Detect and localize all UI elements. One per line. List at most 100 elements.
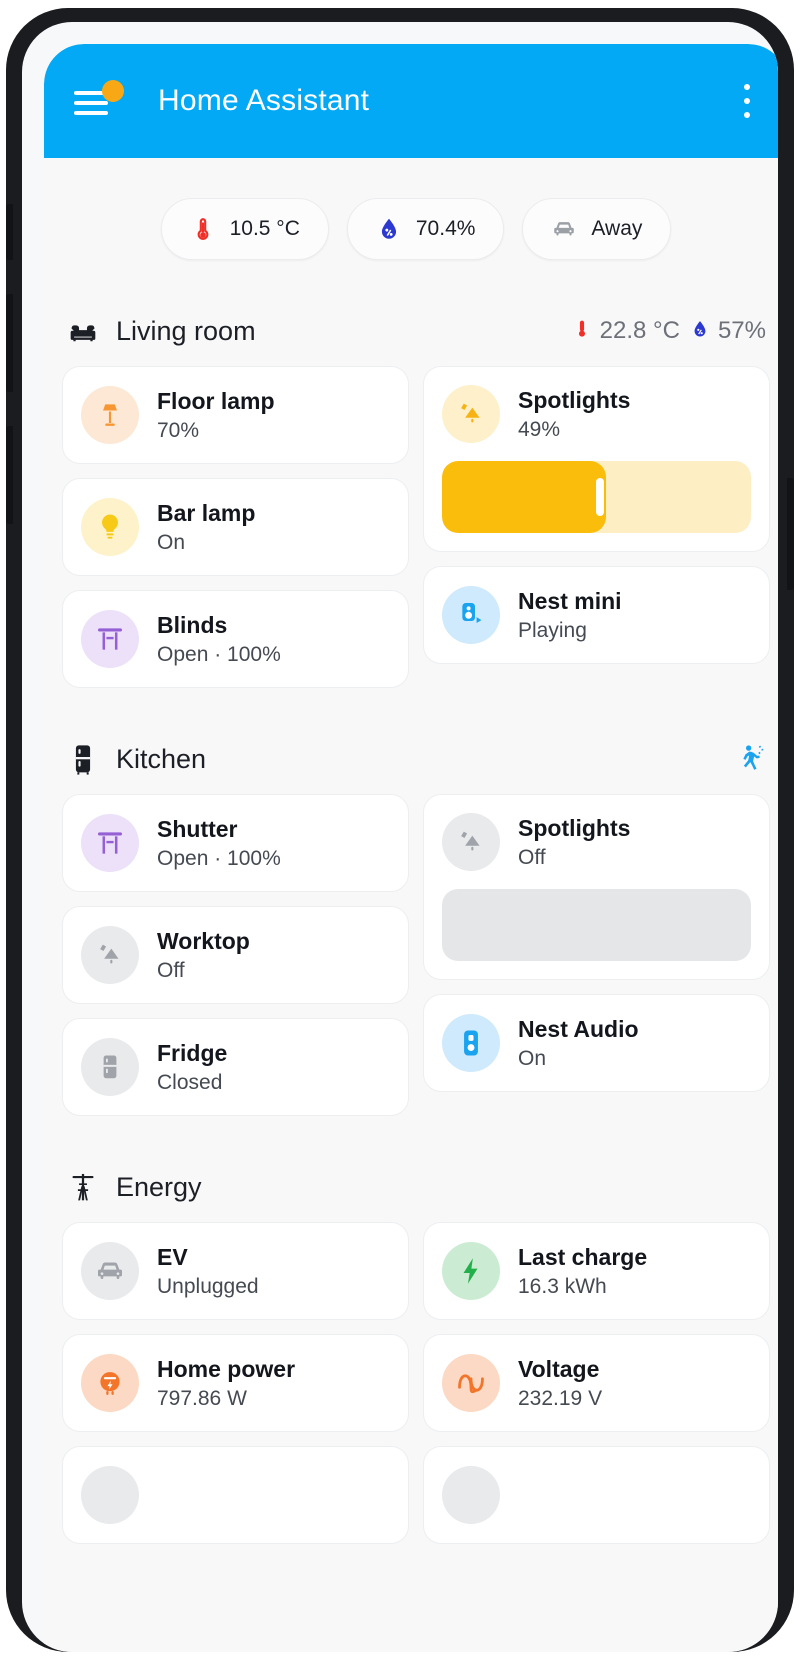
- section-title: Energy: [116, 1171, 202, 1202]
- tile-last-charge[interactable]: Last charge 16.3 kWh: [423, 1222, 770, 1320]
- brightness-slider[interactable]: [442, 889, 751, 961]
- tile-text: Last charge 16.3 kWh: [518, 1244, 647, 1299]
- spotlight-icon: [442, 813, 500, 871]
- tile-partially-visible[interactable]: [423, 1446, 770, 1544]
- tile-column-right: Spotlights 49% Nest mini Playing: [423, 366, 770, 664]
- tile-text: Worktop Off: [157, 928, 250, 983]
- tile-blinds[interactable]: Blinds Open · 100%: [62, 590, 409, 688]
- tile-state: Off: [518, 845, 546, 869]
- tile-state: 49%: [518, 417, 561, 441]
- speaker-play-icon: [442, 586, 500, 644]
- tile-fridge[interactable]: Fridge Closed: [62, 1018, 409, 1116]
- slider-knob[interactable]: [595, 478, 604, 516]
- tile-ev[interactable]: EV Unplugged: [62, 1222, 409, 1320]
- fridge-icon: [66, 742, 100, 776]
- tile-partially-visible[interactable]: [62, 1446, 409, 1544]
- blinds-icon: [81, 610, 139, 668]
- meter-icon: [81, 1354, 139, 1412]
- overflow-dot: [744, 98, 750, 104]
- chip-presence[interactable]: Away: [522, 198, 672, 260]
- car-icon: [551, 216, 577, 242]
- tile-state: Closed: [157, 1070, 223, 1094]
- chip-humidity[interactable]: 70.4%: [346, 198, 505, 260]
- tile-spotlights-kitchen[interactable]: Spotlights Off: [423, 794, 770, 980]
- lightning-icon: [442, 1242, 500, 1300]
- placeholder-icon: [81, 1466, 139, 1524]
- spotlight-icon: [81, 926, 139, 984]
- section-badges: 22.8 °C 57%: [572, 317, 766, 345]
- tile-name: Last charge: [518, 1243, 648, 1270]
- tile-text: Nest mini Playing: [518, 588, 622, 643]
- tile-nest-mini[interactable]: Nest mini Playing: [423, 566, 770, 664]
- tile-grid-energy: EV Unplugged Home power 797.86 W Last ch…: [62, 1222, 770, 1544]
- blinds-icon: [81, 814, 139, 872]
- motion-detected-icon[interactable]: [734, 743, 766, 775]
- sine-wave-icon: [442, 1354, 500, 1412]
- tile-state: Unplugged: [157, 1274, 259, 1298]
- phone-screen: Home Assistant 10.5 °C 70.4% Away Living…: [22, 22, 778, 1652]
- tile-text: Shutter Open · 100%: [157, 816, 281, 871]
- overflow-menu-icon[interactable]: [732, 84, 762, 118]
- hamburger-menu-icon[interactable]: [74, 80, 124, 120]
- section-header-kitchen: Kitchen: [66, 742, 766, 776]
- tile-header-row: Spotlights 49%: [442, 385, 751, 443]
- brightness-slider[interactable]: [442, 461, 751, 533]
- humidity-icon: [376, 216, 402, 242]
- tile-state: Off: [157, 958, 185, 982]
- tile-name: Voltage: [518, 1355, 600, 1382]
- phone-volume-down-button[interactable]: [6, 426, 13, 524]
- sofa-icon: [66, 314, 100, 348]
- tile-state: Playing: [518, 618, 587, 642]
- chip-label: 10.5 °C: [229, 217, 300, 240]
- tile-state: 232.19 V: [518, 1386, 603, 1410]
- thermometer-icon: [190, 216, 216, 242]
- home-assistant-app: Home Assistant 10.5 °C 70.4% Away Living…: [44, 44, 778, 1652]
- phone-volume-up-button[interactable]: [6, 294, 13, 392]
- chip-label: Away: [591, 217, 643, 240]
- tile-text: Voltage 232.19 V: [518, 1356, 602, 1411]
- tile-text: Blinds Open · 100%: [157, 612, 281, 667]
- tile-grid-living-room: Floor lamp 70% Bar lamp On Blinds Open ·…: [62, 366, 770, 688]
- tile-name: Home power: [157, 1355, 296, 1382]
- tile-worktop[interactable]: Worktop Off: [62, 906, 409, 1004]
- thermometer-icon: [572, 319, 592, 343]
- speaker-icon: [442, 1014, 500, 1072]
- chip-label: 70.4%: [415, 217, 476, 240]
- spotlight-icon: [442, 385, 500, 443]
- chip-temperature[interactable]: 10.5 °C: [160, 198, 329, 260]
- section-header-energy: Energy: [66, 1170, 766, 1204]
- overflow-dot: [744, 84, 750, 90]
- section-title: Living room: [116, 315, 256, 346]
- tile-floor-lamp[interactable]: Floor lamp 70%: [62, 366, 409, 464]
- tile-nest-audio[interactable]: Nest Audio On: [423, 994, 770, 1092]
- dashboard-scroll-area: 10.5 °C 70.4% Away Living room 22.8 °C 5…: [44, 198, 778, 1544]
- tile-text: Floor lamp 70%: [157, 388, 275, 443]
- tile-name: Floor lamp: [157, 387, 275, 414]
- tile-voltage[interactable]: Voltage 232.19 V: [423, 1334, 770, 1432]
- section-badge-temperature[interactable]: 22.8 °C: [572, 317, 680, 345]
- slider-fill: [442, 461, 606, 533]
- tile-name: Fridge: [157, 1039, 228, 1066]
- phone-power-button[interactable]: [787, 478, 794, 590]
- tile-text: Spotlights Off: [518, 815, 630, 870]
- phone-side-button-top[interactable]: [6, 204, 13, 260]
- transmission-tower-icon: [66, 1170, 100, 1204]
- tile-name: Worktop: [157, 927, 250, 954]
- overflow-dot: [744, 112, 750, 118]
- tile-text: Nest Audio On: [518, 1016, 639, 1071]
- tile-header-row: Spotlights Off: [442, 813, 751, 871]
- tile-state: On: [518, 1046, 547, 1070]
- tile-state: Open · 100%: [157, 642, 281, 666]
- badge-label: 22.8 °C: [599, 317, 680, 344]
- tile-name: Shutter: [157, 815, 238, 842]
- bulb-icon: [81, 498, 139, 556]
- tile-column-left: Shutter Open · 100% Worktop Off Fridge C…: [62, 794, 409, 1116]
- tile-home-power[interactable]: Home power 797.86 W: [62, 1334, 409, 1432]
- tile-column-right: Spotlights Off Nest Audio On: [423, 794, 770, 1092]
- tile-bar-lamp[interactable]: Bar lamp On: [62, 478, 409, 576]
- tile-shutter[interactable]: Shutter Open · 100%: [62, 794, 409, 892]
- badge-label: 57%: [717, 317, 766, 344]
- tile-spotlights-living-room[interactable]: Spotlights 49%: [423, 366, 770, 552]
- hamburger-bar: [74, 101, 108, 105]
- section-badge-humidity[interactable]: 57%: [690, 317, 766, 345]
